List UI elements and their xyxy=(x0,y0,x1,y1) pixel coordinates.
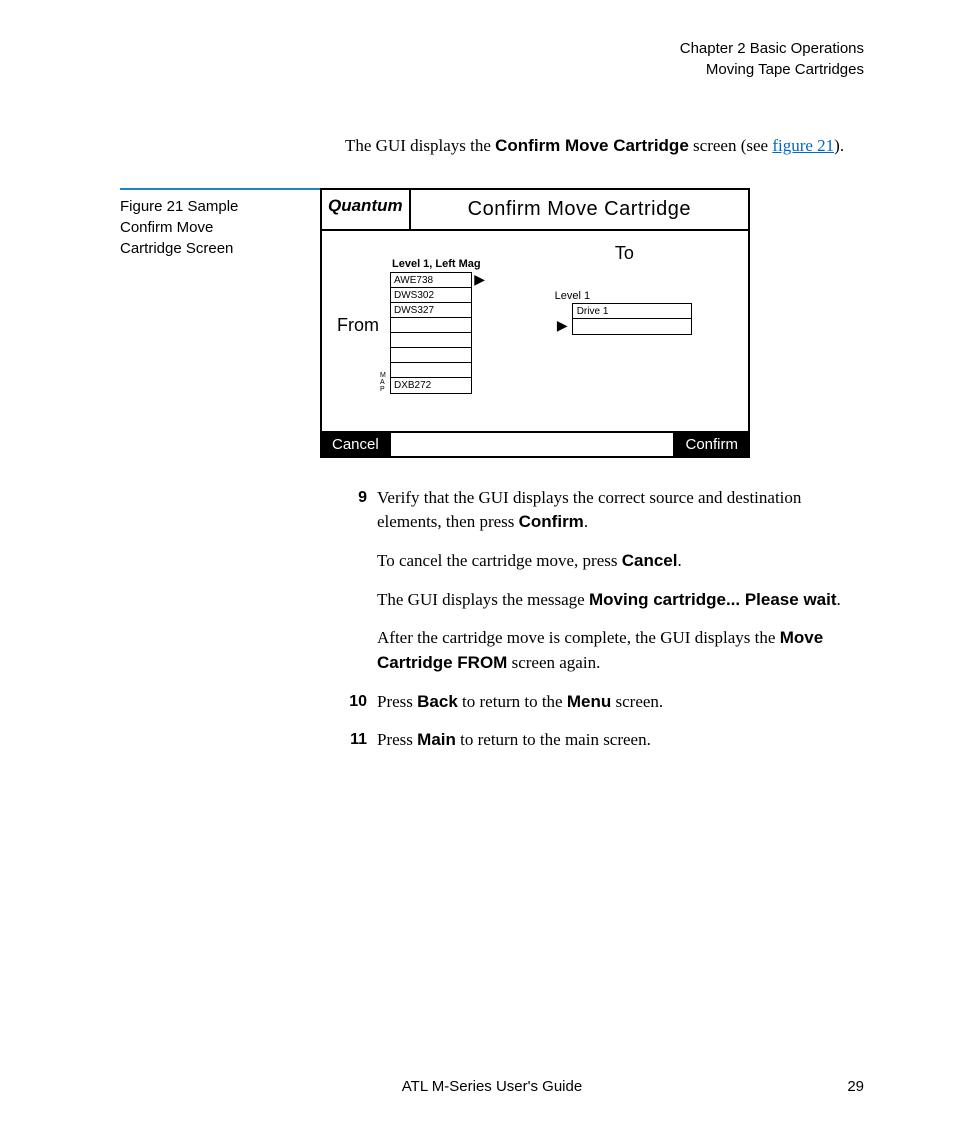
step-bold: Moving cartridge... Please wait xyxy=(589,590,837,609)
page-footer: ATL M-Series User's Guide 29 xyxy=(120,1078,864,1095)
step-bold: Back xyxy=(417,692,458,711)
intro-close: ). xyxy=(834,136,844,155)
gui-title: Confirm Move Cartridge xyxy=(411,190,748,229)
step-text: Press xyxy=(377,730,417,749)
figure-caption-line: Cartridge Screen xyxy=(120,238,300,259)
slot-row[interactable]: DWS327 xyxy=(391,303,471,318)
arrow-right-icon: ▶ xyxy=(474,272,485,286)
slot-row[interactable] xyxy=(391,318,471,333)
step-text: Verify that the GUI displays the correct… xyxy=(377,488,801,532)
intro-text: The GUI displays the xyxy=(345,136,495,155)
step-text: To cancel the cartridge move, press xyxy=(377,551,622,570)
step-9: 9 Verify that the GUI displays the corre… xyxy=(345,486,864,676)
intro-bold: Confirm Move Cartridge xyxy=(495,136,689,155)
step-number: 9 xyxy=(345,486,377,676)
step-text: After the cartridge move is complete, th… xyxy=(377,628,780,647)
from-slot-table: AWE738▶ DWS302 DWS327 DXB272 xyxy=(390,272,472,394)
slot-row[interactable]: DWS302 xyxy=(391,288,471,303)
step-text: to return to the xyxy=(458,692,567,711)
figure-link[interactable]: figure 21 xyxy=(772,136,834,155)
step-text: The GUI displays the message xyxy=(377,590,589,609)
step-bold: Main xyxy=(417,730,456,749)
header-chapter: Chapter 2 Basic Operations xyxy=(120,38,864,59)
footer-title: ATL M-Series User's Guide xyxy=(120,1078,864,1095)
figure-caption: Figure 21 Sample Confirm Move Cartridge … xyxy=(120,188,320,259)
intro-paragraph: The GUI displays the Confirm Move Cartri… xyxy=(345,134,864,158)
to-slot-row[interactable] xyxy=(573,319,691,334)
step-text: to return to the main screen. xyxy=(456,730,651,749)
confirm-button[interactable]: Confirm xyxy=(673,433,748,456)
step-bold: Confirm xyxy=(519,512,584,531)
figure-caption-line: Confirm Move xyxy=(120,217,300,238)
arrow-right-icon: ▶ xyxy=(557,317,568,334)
page-header: Chapter 2 Basic Operations Moving Tape C… xyxy=(120,38,864,80)
slot-row[interactable]: DXB272 xyxy=(391,378,471,393)
step-10: 10 Press Back to return to the Menu scre… xyxy=(345,690,864,715)
slot-row[interactable] xyxy=(391,348,471,363)
step-text: screen again. xyxy=(507,653,600,672)
header-section: Moving Tape Cartridges xyxy=(120,59,864,80)
to-slot-row[interactable]: Drive 1 xyxy=(573,304,691,319)
slot-row[interactable] xyxy=(391,363,471,378)
step-text: screen. xyxy=(611,692,663,711)
to-slot-table: Drive 1 xyxy=(572,303,692,335)
slot-row[interactable]: AWE738▶ xyxy=(391,273,471,288)
step-text: Press xyxy=(377,692,417,711)
step-text: . xyxy=(837,590,841,609)
step-text: . xyxy=(677,551,681,570)
step-11: 11 Press Main to return to the main scre… xyxy=(345,728,864,753)
step-bold: Cancel xyxy=(622,551,678,570)
cancel-button[interactable]: Cancel xyxy=(322,433,391,456)
step-number: 11 xyxy=(345,728,377,753)
from-label: From xyxy=(332,315,384,336)
intro-text2: screen (see xyxy=(689,136,773,155)
step-number: 10 xyxy=(345,690,377,715)
from-header: Level 1, Left Mag xyxy=(392,258,481,270)
step-bold: Menu xyxy=(567,692,611,711)
gui-logo: Quantum xyxy=(322,190,411,229)
figure-caption-line: Figure 21 Sample xyxy=(120,196,300,217)
gui-screenshot: Quantum Confirm Move Cartridge From MAP … xyxy=(320,188,750,458)
map-label: MAP xyxy=(380,372,385,393)
to-label: To xyxy=(511,243,738,264)
slot-row[interactable] xyxy=(391,333,471,348)
to-header: Level 1 xyxy=(555,290,738,302)
step-text: . xyxy=(584,512,588,531)
